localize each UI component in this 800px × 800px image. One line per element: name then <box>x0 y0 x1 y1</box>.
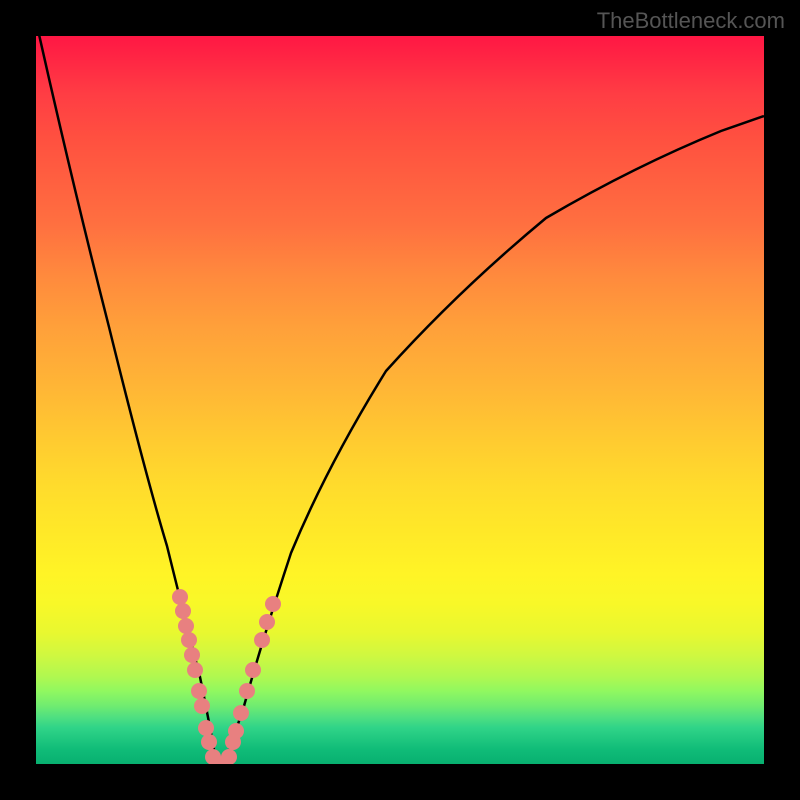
watermark-text: TheBottleneck.com <box>597 8 785 34</box>
chart-container: TheBottleneck.com <box>0 0 800 800</box>
data-dots <box>172 589 281 764</box>
chart-svg <box>36 36 764 764</box>
gradient-background <box>36 36 764 764</box>
curve-right <box>225 116 764 764</box>
